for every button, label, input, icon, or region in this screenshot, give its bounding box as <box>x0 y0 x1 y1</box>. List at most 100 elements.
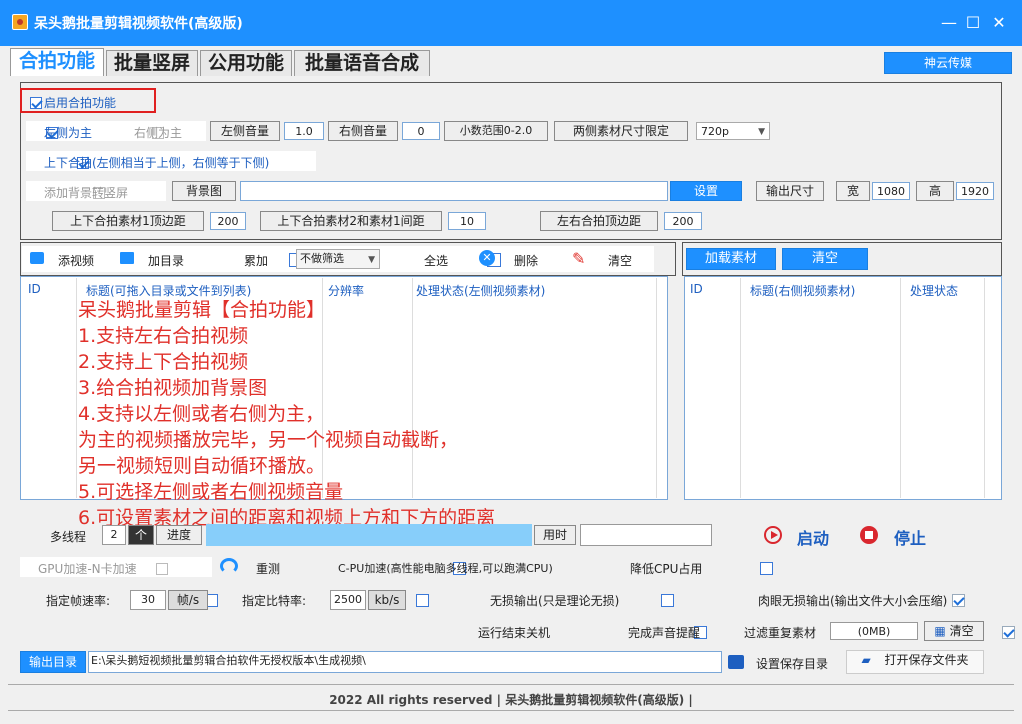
bitrate-label: 指定比特率: <box>242 594 307 608</box>
left-volume-button[interactable]: 左侧音量 <box>210 121 280 141</box>
height-input[interactable]: 1920 <box>956 182 994 200</box>
set-save-dir-button[interactable]: 设置保存目录 <box>756 655 828 672</box>
thread-unit-label: 个 <box>128 525 154 545</box>
visual-lossless-label: 肉眼无损输出(输出文件大小会压缩) <box>758 594 948 608</box>
enable-checkbox[interactable] <box>30 97 42 109</box>
width-input[interactable]: 1080 <box>872 182 910 200</box>
right-volume-button[interactable]: 右侧音量 <box>328 121 398 141</box>
right-volume-input[interactable]: 0 <box>402 122 440 140</box>
visual-lossless-checkbox[interactable] <box>951 594 965 607</box>
start-button[interactable]: 启动 <box>797 525 829 549</box>
save-settings-icon <box>728 655 744 669</box>
add-video-button[interactable]: 添视频 <box>58 252 94 269</box>
tab-co-shoot[interactable]: 合拍功能 <box>10 48 104 76</box>
filter-value: 不做筛选 <box>300 252 344 265</box>
footer-divider <box>8 710 1014 711</box>
play-icon[interactable] <box>764 526 782 544</box>
filter-dup-label: 过滤重复素材 <box>744 626 817 640</box>
gpu-checkbox[interactable] <box>155 563 168 575</box>
load-material-button[interactable]: 加载素材 <box>686 248 776 270</box>
bg-image-button[interactable]: 背景图 <box>172 181 236 201</box>
stop-button[interactable]: 停止 <box>894 525 926 549</box>
bitrate-input[interactable]: 2500 <box>330 590 366 610</box>
window-title: 呆头鹅批量剪辑视频软件(高级版) <box>34 16 243 32</box>
fps-input[interactable]: 30 <box>130 590 166 610</box>
right-col-title[interactable]: 标题(右侧视频素材) <box>750 282 855 299</box>
feature-line: 4.支持以左侧或者右侧为主， <box>78 403 325 425</box>
filter-select[interactable]: 不做筛选 ▼ <box>296 249 380 269</box>
left-col-status[interactable]: 处理状态(左侧视频素材) <box>416 282 545 299</box>
col-divider <box>412 278 413 498</box>
right-main-label: 右侧为主 <box>134 126 183 140</box>
bg-vertical-label: 添加背景转竖屏 <box>44 186 129 200</box>
dup-clear-label: 清空 <box>949 624 974 638</box>
chevron-down-icon: ▼ <box>758 127 765 137</box>
stop-icon[interactable] <box>860 526 878 544</box>
top-margin-button[interactable]: 上下合拍素材1顶边距 <box>52 211 204 231</box>
minimize-icon[interactable]: — <box>936 10 962 36</box>
accumulate-label: 累加 <box>244 254 269 268</box>
col-divider <box>656 278 657 498</box>
left-clear-button[interactable]: 清空 <box>608 252 632 269</box>
col-divider <box>984 278 985 498</box>
set-button[interactable]: 设置 <box>670 181 742 201</box>
shutdown-label: 运行结束关机 <box>478 626 551 640</box>
cpu-accel-label: C-PU加速(高性能电脑多线程,可以跑满CPU) <box>338 562 553 575</box>
gap-button[interactable]: 上下合拍素材2和素材1间距 <box>260 211 442 231</box>
shenyun-media-button[interactable]: 神云传媒 <box>884 52 1012 74</box>
right-col-id[interactable]: ID <box>690 282 703 296</box>
filter-dup-checkbox[interactable] <box>1002 626 1016 639</box>
bg-image-path-input[interactable] <box>240 181 668 201</box>
open-save-dir-button[interactable]: ▰ 打开保存文件夹 <box>846 650 984 674</box>
right-col-status[interactable]: 处理状态 <box>910 282 958 299</box>
left-col-resolution[interactable]: 分辨率 <box>328 282 364 299</box>
decimal-range-label: 小数范围0-2.0 <box>444 121 548 141</box>
add-directory-button[interactable]: 加目录 <box>148 252 184 269</box>
top-bottom-label: 上下合拍(左侧相当于上侧，右侧等于下侧) <box>44 156 270 170</box>
lower-cpu-label: 降低CPU占用 <box>630 562 703 576</box>
right-table[interactable] <box>684 276 1002 500</box>
retest-button[interactable]: 重测 <box>256 560 280 577</box>
left-col-id[interactable]: ID <box>28 282 41 296</box>
open-folder-icon: ▰ <box>861 653 871 667</box>
bitrate-checkbox[interactable] <box>415 594 429 607</box>
col-divider <box>900 278 901 498</box>
lr-margin-input[interactable]: 200 <box>664 212 702 230</box>
maximize-icon[interactable]: ☐ <box>960 10 986 36</box>
multithread-label: 多线程 <box>50 530 87 544</box>
tab-batch-vertical[interactable]: 批量竖屏 <box>106 50 198 76</box>
thread-count-input[interactable]: 2 <box>102 525 126 545</box>
feature-line: 为主的视频播放完毕，另一个视频自动截断， <box>78 429 459 451</box>
size-limit-value: 720p <box>701 125 729 138</box>
feature-line: 2.支持上下合拍视频 <box>78 351 249 373</box>
output-dir-button[interactable]: 输出目录 <box>20 651 86 673</box>
open-save-dir-label: 打开保存文件夹 <box>884 653 969 667</box>
tab-speech-synthesis[interactable]: 批量语音合成 <box>294 50 430 76</box>
lower-cpu-checkbox[interactable] <box>760 562 774 575</box>
folder-icon <box>120 252 134 264</box>
right-clear-button[interactable]: 清空 <box>782 248 868 270</box>
dup-clear-button[interactable]: ▦ 清空 <box>924 621 984 641</box>
left-volume-input[interactable]: 1.0 <box>284 122 324 140</box>
feature-line: 5.可选择左侧或者右侧视频音量 <box>78 481 344 503</box>
chevron-down-icon: ▼ <box>368 255 375 265</box>
lossless-checkbox[interactable] <box>660 594 674 607</box>
output-size-button[interactable]: 输出尺寸 <box>756 181 824 201</box>
tab-common[interactable]: 公用功能 <box>200 50 292 76</box>
top-margin-input[interactable]: 200 <box>210 212 246 230</box>
output-dir-input[interactable]: E:\呆头鹅短视频批量剪辑合拍软件无授权版本\生成视频\ <box>88 651 722 673</box>
close-icon[interactable]: ✕ <box>986 10 1012 36</box>
bitrate-unit-label: kb/s <box>368 590 406 610</box>
progress-button[interactable]: 进度 <box>156 525 202 545</box>
gap-input[interactable]: 10 <box>448 212 486 230</box>
select-all-label: 全选 <box>424 254 449 268</box>
size-limit-button[interactable]: 两侧素材尺寸限定 <box>554 121 688 141</box>
time-button[interactable]: 用时 <box>534 525 576 545</box>
col-divider <box>76 278 77 498</box>
col-divider <box>740 278 741 498</box>
fps-label: 指定帧速率: <box>46 594 111 608</box>
size-limit-select[interactable]: 720p ▼ <box>696 122 770 140</box>
delete-button[interactable]: 删除 <box>514 252 538 269</box>
progress-bar <box>206 524 532 546</box>
lr-margin-button[interactable]: 左右合拍顶边距 <box>540 211 658 231</box>
